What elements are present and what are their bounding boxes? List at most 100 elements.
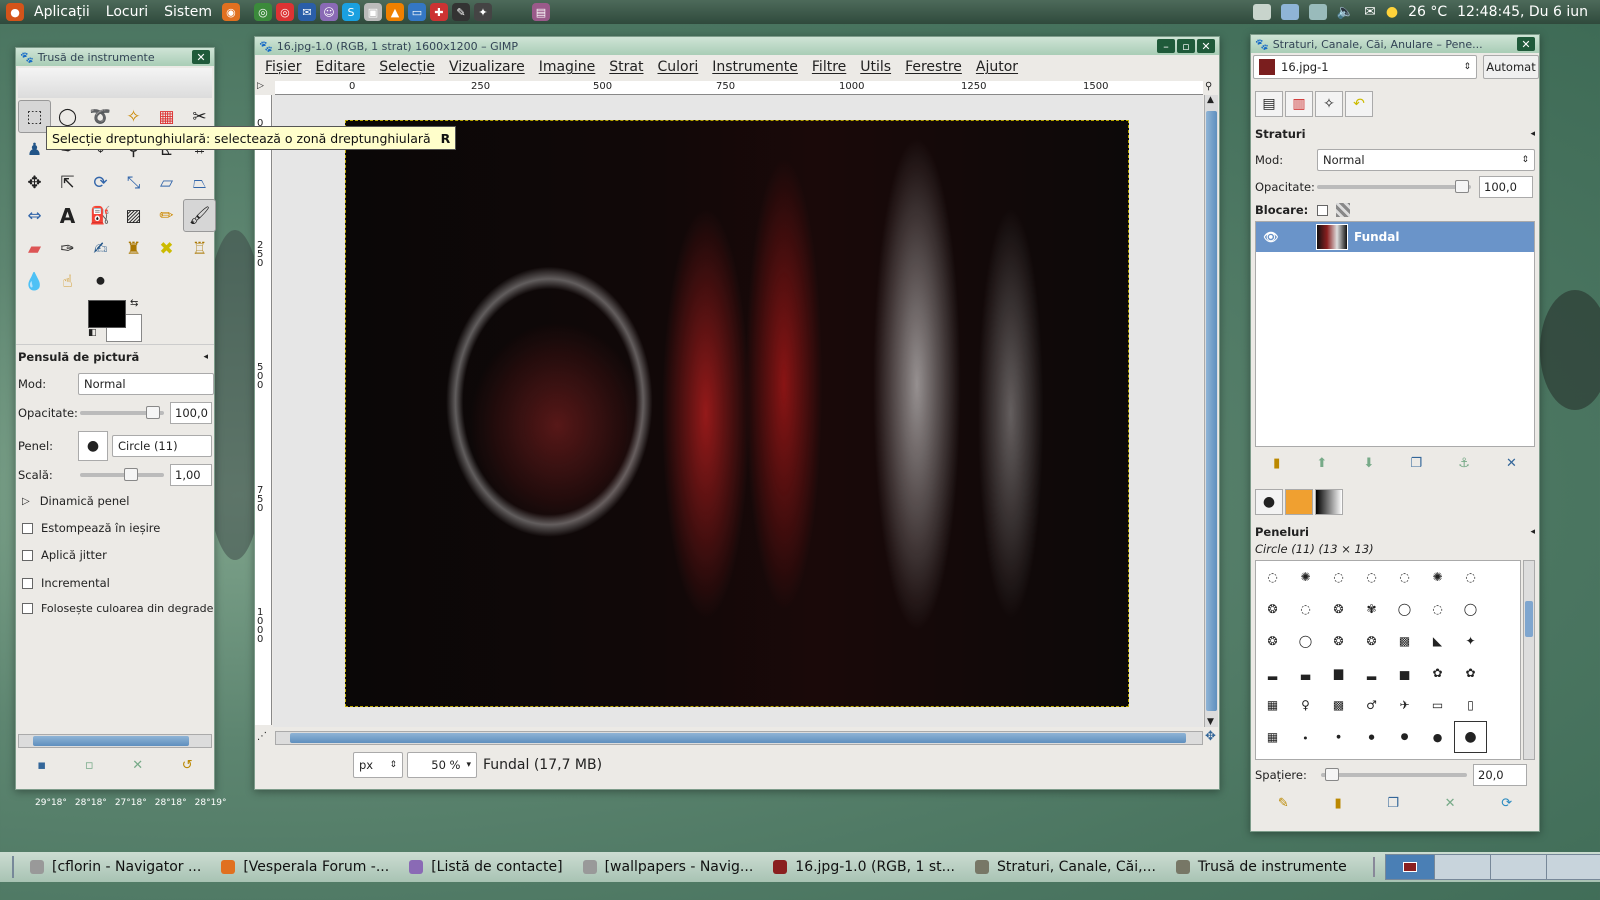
- brush-item[interactable]: ❂: [1322, 625, 1355, 657]
- task-button[interactable]: Trusă de instrumente: [1166, 859, 1357, 875]
- minimize-button[interactable]: –: [1157, 39, 1175, 53]
- task-button[interactable]: [cflorin - Navigator ...: [20, 859, 211, 875]
- dynamics-row[interactable]: ▷ Dinamică penel: [18, 494, 129, 508]
- unit-combo[interactable]: px ⇕: [353, 752, 403, 778]
- quick-mask-corner-icon[interactable]: ▷: [257, 81, 264, 91]
- tab-brushes[interactable]: ●: [1255, 489, 1283, 515]
- perspective-clone-icon[interactable]: ♖: [183, 232, 216, 265]
- trash-icon[interactable]: [1372, 857, 1375, 877]
- menu-view[interactable]: Vizualizare: [442, 59, 532, 75]
- new-brush-icon[interactable]: ▮: [1334, 796, 1341, 811]
- skype-icon[interactable]: S: [341, 3, 360, 21]
- menu-tools[interactable]: Instrumente: [705, 59, 805, 75]
- brush-item[interactable]: [1454, 753, 1487, 759]
- brush-item[interactable]: ✿: [1421, 657, 1454, 689]
- workspace-3[interactable]: [1489, 855, 1546, 879]
- auto-button[interactable]: Automat: [1483, 55, 1539, 79]
- tab-patterns[interactable]: [1285, 489, 1313, 515]
- workspace-2[interactable]: [1433, 855, 1490, 879]
- anchor-icon[interactable]: ⚓: [1458, 456, 1470, 471]
- vertical-ruler[interactable]: 0 250 500 750 1000: [255, 95, 272, 725]
- brush-item[interactable]: ❂: [1256, 625, 1289, 657]
- lock-pixels-checkbox[interactable]: [1317, 204, 1328, 216]
- lock-alpha-icon[interactable]: [1336, 203, 1350, 217]
- tab-undo[interactable]: ↶: [1345, 91, 1373, 117]
- task-button[interactable]: [Vesperala Forum -...: [211, 859, 399, 875]
- rotate-icon[interactable]: ⟳: [84, 166, 117, 199]
- task-button[interactable]: [Listă de contacte]: [399, 859, 572, 875]
- panel-menu-icon[interactable]: ◂: [203, 352, 208, 362]
- vlc-icon[interactable]: ▲: [385, 3, 404, 21]
- horizontal-ruler[interactable]: 0 250 500 750 1000 1250 1500: [275, 81, 1203, 95]
- brush-preview-button[interactable]: ●: [78, 431, 108, 461]
- spacing-knob[interactable]: [1325, 768, 1339, 781]
- scale-spin[interactable]: 1,00: [170, 464, 212, 486]
- menu-file[interactable]: Fișier: [258, 59, 308, 75]
- smudge-icon[interactable]: ☝: [51, 265, 84, 298]
- bucket-fill-icon[interactable]: ⛽: [84, 199, 117, 232]
- layer-opacity-knob[interactable]: [1455, 180, 1469, 193]
- task-button[interactable]: Straturi, Canale, Căi,...: [965, 859, 1166, 875]
- incremental-checkbox[interactable]: [22, 577, 33, 589]
- brush-item[interactable]: ▅: [1388, 657, 1421, 689]
- spacing-slider[interactable]: [1321, 768, 1467, 781]
- brush-item[interactable]: ▦: [1256, 689, 1289, 721]
- brush-item[interactable]: ●: [1388, 721, 1421, 753]
- edit-brush-icon[interactable]: ✎: [1278, 796, 1289, 811]
- gradient-row[interactable]: Folosește culoarea din degrade: [22, 602, 213, 615]
- scale-knob[interactable]: [124, 468, 138, 481]
- brush-item[interactable]: ✿: [1454, 657, 1487, 689]
- layer-mode-combo[interactable]: Normal ⇕: [1317, 149, 1535, 171]
- chromium-icon[interactable]: ◎: [275, 3, 294, 21]
- image-select-combo[interactable]: 16.jpg-1 ⇕: [1253, 55, 1477, 79]
- airbrush-icon[interactable]: ✑: [51, 232, 84, 265]
- image-canvas[interactable]: [345, 120, 1129, 707]
- delete-layer-icon[interactable]: ✕: [1506, 456, 1517, 471]
- menu-select[interactable]: Selecție: [372, 59, 442, 75]
- brush-item[interactable]: ❂: [1355, 625, 1388, 657]
- zoom-to-fit-icon[interactable]: ⚲: [1205, 81, 1212, 92]
- menu-image[interactable]: Imagine: [532, 59, 603, 75]
- brush-item[interactable]: ▆: [1322, 657, 1355, 689]
- brush-item[interactable]: ◌: [1289, 593, 1322, 625]
- blend-icon[interactable]: ▨: [117, 199, 150, 232]
- brush-item[interactable]: [1388, 753, 1421, 759]
- delete-brush-icon[interactable]: ✕: [1445, 796, 1456, 811]
- canvas-area[interactable]: [273, 95, 1203, 727]
- brush-item-selected[interactable]: ●: [1454, 721, 1487, 753]
- photo-icon[interactable]: [1280, 4, 1299, 20]
- brush-item[interactable]: ●: [1355, 721, 1388, 753]
- mail-icon[interactable]: ✉: [1364, 4, 1376, 20]
- brush-item[interactable]: ✈: [1388, 689, 1421, 721]
- panel-menu-icon[interactable]: ◂: [1530, 129, 1535, 139]
- gradient-checkbox[interactable]: [22, 603, 33, 614]
- raise-layer-icon[interactable]: ⬆: [1316, 456, 1327, 471]
- inkscape-icon[interactable]: ✎: [451, 3, 470, 21]
- thunderbird-icon[interactable]: ✉: [297, 3, 316, 21]
- lower-layer-icon[interactable]: ⬇: [1363, 456, 1374, 471]
- opacity-spin[interactable]: 100,0: [170, 402, 212, 424]
- jitter-checkbox[interactable]: [22, 549, 33, 561]
- swap-colors-icon[interactable]: ⇆: [130, 298, 138, 309]
- tab-channels[interactable]: ▥: [1285, 91, 1313, 117]
- brush-item[interactable]: ▩: [1322, 689, 1355, 721]
- incremental-row[interactable]: Incremental: [22, 576, 110, 590]
- screen-icon[interactable]: ▭: [407, 3, 426, 21]
- brush-item[interactable]: ◌: [1388, 561, 1421, 593]
- close-button[interactable]: ✕: [1517, 37, 1535, 51]
- toolbox-hscroll-thumb[interactable]: [33, 736, 189, 746]
- dodge-burn-icon[interactable]: ⚫: [84, 265, 117, 298]
- image-titlebar[interactable]: 🐾 16.jpg-1.0 (RGB, 1 strat) 1600x1200 – …: [255, 37, 1219, 55]
- menu-places[interactable]: Locuri: [98, 4, 156, 20]
- brush-item[interactable]: ♂: [1355, 689, 1388, 721]
- vertical-scroll-thumb[interactable]: [1206, 111, 1217, 711]
- scale-slider[interactable]: [80, 468, 164, 481]
- nav-corner-icon[interactable]: ⋰: [257, 731, 267, 742]
- brush-item[interactable]: ●: [1322, 721, 1355, 753]
- menu-layer[interactable]: Strat: [602, 59, 650, 75]
- scale-icon[interactable]: ⤡: [117, 166, 150, 199]
- opacity-knob[interactable]: [146, 406, 160, 419]
- show-desktop-icon[interactable]: [12, 856, 14, 878]
- package-icon[interactable]: ▣: [363, 3, 382, 21]
- tab-paths[interactable]: ✧: [1315, 91, 1343, 117]
